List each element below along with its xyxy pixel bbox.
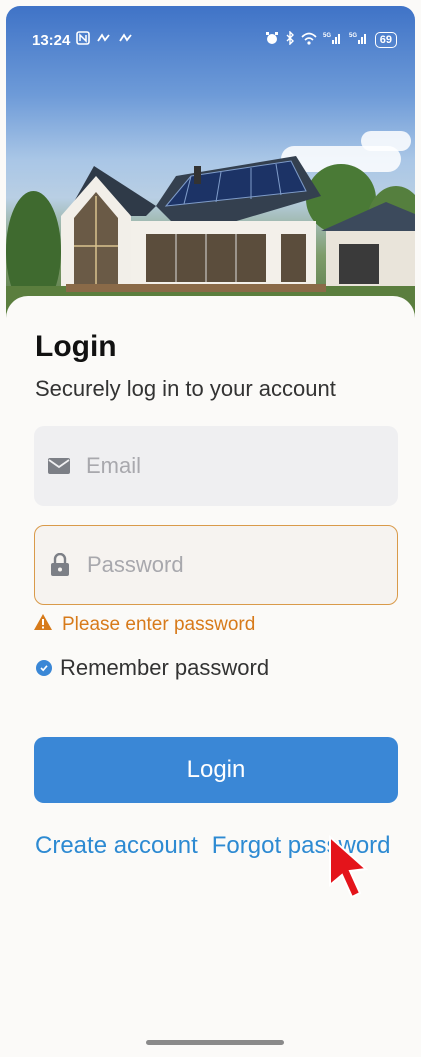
alarm-icon [265,31,279,49]
remember-password[interactable]: Remember password [36,655,269,681]
sync-icon [96,32,112,49]
lock-icon [47,552,73,578]
error-text: Please enter password [62,614,256,635]
password-error: Please enter password [34,614,255,636]
home-indicator[interactable] [146,1040,284,1045]
remember-label: Remember password [60,655,270,680]
status-time: 13:24 [32,31,71,49]
wifi-icon [301,32,317,49]
nfc-icon [76,31,91,49]
password-input[interactable] [87,526,397,604]
warning-icon [34,614,52,636]
svg-text:5G: 5G [323,33,331,39]
password-field[interactable] [34,525,398,605]
email-field[interactable] [34,426,398,506]
email-input[interactable] [86,426,398,506]
hero-image: 13:24 5G 5G 69 [6,6,415,326]
pointer-cursor-icon [329,834,369,899]
status-bar: 13:24 5G 5G 69 [6,6,415,74]
svg-text:5G: 5G [349,33,357,39]
login-card: Login Securely log in to your account Pl… [6,296,415,1051]
mail-icon [46,453,72,479]
page-subtitle: Securely log in to your account [35,376,336,401]
signal-5g-icon: 5G [349,31,369,49]
login-button[interactable]: Login [34,737,398,803]
sync-icon [118,32,134,49]
remember-checkbox[interactable] [36,660,52,676]
check-icon [40,665,48,672]
bluetooth-icon [285,30,295,49]
create-account-link[interactable]: Create account [35,832,198,860]
battery-indicator: 69 [374,32,397,48]
signal-5g-icon: 5G [323,31,343,49]
page-title: Login [35,330,117,363]
